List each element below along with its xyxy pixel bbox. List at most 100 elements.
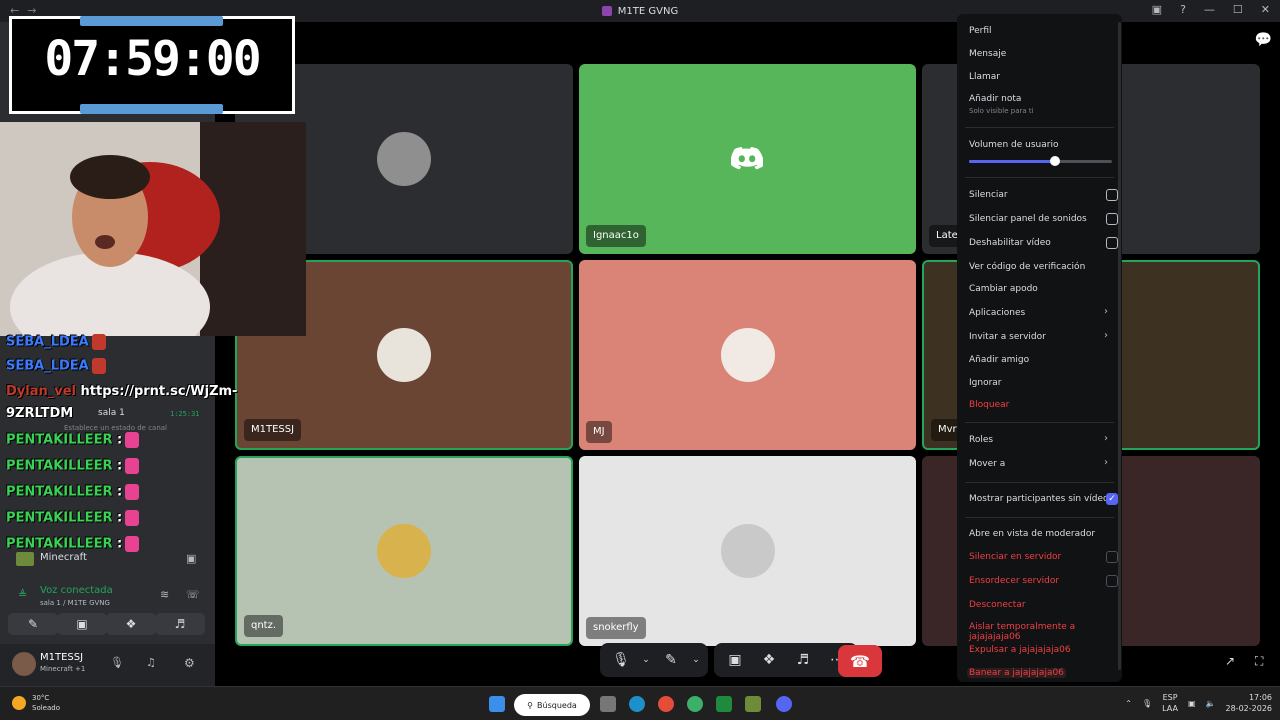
participant-tile[interactable]: Ignaac1o [579,64,916,254]
close-icon[interactable]: ✕ [1261,3,1270,16]
menu-item-ensordecer[interactable]: Ensordecer servidor [969,576,1059,586]
settings-gear-icon[interactable]: ⚙ [184,656,195,670]
soundboard-icon[interactable]: ♬ [788,645,818,675]
volume-slider-handle[interactable] [1049,156,1060,166]
menu-item-perfil[interactable]: Perfil [969,26,992,36]
hang-up-button[interactable]: ☎ [838,645,882,677]
menu-item-apodo[interactable]: Cambiar apodo [969,284,1038,294]
user-name: M1TESSJ [40,652,84,663]
chat-user: PENTAKILLEER [6,458,113,474]
menu-item-invitar[interactable]: Invitar a servidor [969,332,1046,342]
silenciar-checkbox[interactable] [1106,189,1118,201]
camera-off-icon[interactable]: ✎ [656,645,686,675]
voice-status[interactable]: Voz conectada [40,585,113,596]
screen: ←→ M1TE GVNG ▣ ? — ☐ ✕ sala 1 1:25:31 Es… [0,0,1280,720]
app-icon[interactable] [687,696,703,712]
menu-item-nota[interactable]: Añadir nota [969,94,1021,104]
task-view-icon[interactable] [600,696,616,712]
menu-item-banear[interactable]: Banear a jajajajaja06 [967,668,1066,678]
edge-icon[interactable] [629,696,645,712]
menu-scrollbar[interactable] [1118,22,1121,670]
chat-message: PENTAKILLEER : [6,484,140,500]
xbox-icon[interactable] [716,696,732,712]
weather-widget[interactable]: 30°C Soleado [12,693,60,713]
start-menu-icon[interactable] [489,696,505,712]
camera-off-button[interactable]: ✎ [8,613,58,635]
emote-icon [125,432,140,448]
stream-chat-overlay: SEBA_LDEA SEBA_LDEA Dylan_vel https://pr… [0,334,300,554]
menu-item-silenciar[interactable]: Silenciar [969,190,1008,200]
silenciar-sonidos-checkbox[interactable] [1106,213,1118,225]
chevron-down-icon[interactable]: ⌄ [640,645,652,675]
discord-icon[interactable] [776,696,792,712]
menu-item-codigo[interactable]: Ver código de verificación [969,262,1085,272]
minecraft-icon [16,552,34,566]
taskbar-clock[interactable]: 17:06 28-02-2026 [1226,692,1273,714]
minecraft-icon[interactable] [745,696,761,712]
menu-item-mover[interactable]: Mover a [969,459,1005,469]
microphone-icon[interactable]: 🎙 [110,656,124,669]
menu-item-aplicaciones[interactable]: Aplicaciones [969,308,1025,318]
microphone-icon[interactable]: 🎙 [606,645,636,675]
menu-item-expulsar[interactable]: Expulsar a jajajajaja06 [969,645,1071,655]
fullscreen-icon[interactable]: ⛶ [1255,654,1263,669]
menu-item-silenciar-sonidos[interactable]: Silenciar panel de sonidos [969,214,1087,224]
participant-tile[interactable]: snokerfly [579,456,916,646]
participant-name: qntz. [244,615,284,637]
participant-name: MJ [586,421,612,443]
avatar[interactable] [12,652,36,676]
menu-item-ignorar[interactable]: Ignorar [969,378,1002,388]
chat-user: PENTAKILLEER [6,432,113,448]
menu-item-mostrar-sin-video[interactable]: Mostrar participantes sin vídeo [969,494,1109,504]
menu-item-nota-hint: Solo visible para ti [969,107,1034,115]
menu-item-desconectar[interactable]: Desconectar [969,600,1026,610]
menu-item-aislar[interactable]: Aislar temporalmente a jajajajaja06 [969,622,1122,642]
mostrar-sin-video-checkbox[interactable]: ✓ [1106,493,1118,505]
help-icon[interactable]: ? [1180,3,1186,16]
maximize-icon[interactable]: ☐ [1233,3,1243,16]
menu-item-roles[interactable]: Roles [969,435,993,445]
search-icon: ⚲ [527,700,534,710]
menu-item-deshabilitar-video[interactable]: Deshabilitar vídeo [969,238,1051,248]
activities-button[interactable]: ❖ [106,613,156,635]
chat-user: SEBA_LDEA [6,358,89,374]
volume-label: Volumen de usuario [969,140,1059,150]
menu-item-mensaje[interactable]: Mensaje [969,49,1006,59]
popout-icon[interactable]: ↗ [1225,654,1235,668]
chevron-down-icon[interactable]: ⌄ [690,645,702,675]
countdown-timer: 07:59:00 [9,16,295,114]
silenciar-servidor-checkbox[interactable] [1106,551,1118,563]
chrome-icon[interactable] [658,696,674,712]
language-indicator[interactable]: ESP LAA [1162,692,1178,714]
screen-share-icon[interactable]: ▣ [720,645,750,675]
ensordecer-checkbox[interactable] [1106,575,1118,587]
participant-tile[interactable]: MJ [579,260,916,450]
chat-text: https://prnt.sc/WjZm- [80,384,238,399]
chat-bubble-icon[interactable]: 💬 [1255,32,1272,48]
menu-item-bloquear[interactable]: Bloquear [969,400,1009,410]
disconnect-icon[interactable]: ☏ [186,588,200,601]
deshabilitar-video-checkbox[interactable] [1106,237,1118,249]
network-icon[interactable]: ▣ [1188,699,1196,708]
menu-item-llamar[interactable]: Llamar [969,72,1000,82]
soundboard-button[interactable]: ♬ [155,613,205,635]
menu-item-amigo[interactable]: Añadir amigo [969,355,1029,365]
minimize-icon[interactable]: — [1204,3,1215,16]
activities-icon[interactable]: ❖ [754,645,784,675]
discord-logo-icon [731,147,763,170]
volume-slider[interactable] [969,156,1112,166]
volume-icon[interactable]: 🔈 [1206,699,1216,708]
chat-user: Dylan_vel [6,384,76,399]
menu-item-moderador[interactable]: Abre en vista de moderador [969,529,1095,539]
signal-icon[interactable]: ≜ [18,588,27,601]
screen-share-button[interactable]: ▣ [57,613,107,635]
avatar [720,524,775,578]
inbox-icon[interactable]: ▣ [1152,3,1162,16]
noise-suppression-icon[interactable]: ≋ [160,588,169,601]
server-logo-icon [601,6,612,16]
menu-item-silenciar-servidor[interactable]: Silenciar en servidor [969,552,1061,562]
chevron-up-icon[interactable]: ⌃ [1125,699,1132,708]
microphone-icon[interactable]: 🎙 [1142,699,1152,708]
taskbar-search[interactable]: ⚲ Búsqueda [514,694,590,716]
headphones-icon[interactable]: ♫ [146,656,156,669]
